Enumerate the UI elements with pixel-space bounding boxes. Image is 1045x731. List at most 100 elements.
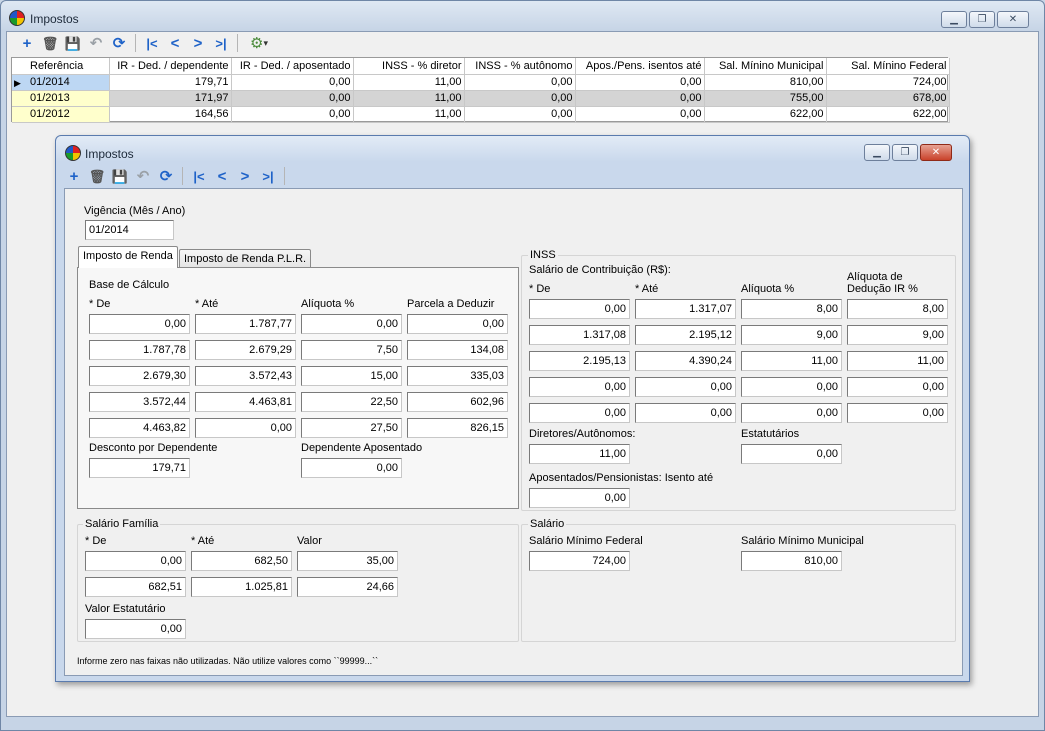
table-cell[interactable]: 724,00 xyxy=(826,74,950,91)
detail-undo-button[interactable]: ↶ xyxy=(133,166,153,186)
ir-aliquota-input[interactable]: 7,50 xyxy=(301,340,402,360)
col-sal-federal[interactable]: Sal. Mínino Federal xyxy=(826,58,950,75)
refresh-button[interactable]: ⟳ xyxy=(109,33,129,53)
table-cell[interactable]: 0,00 xyxy=(575,74,705,91)
inss-faixa-de-input[interactable]: 0,00 xyxy=(529,403,630,423)
detail-delete-button[interactable]: 🗑 xyxy=(87,166,107,186)
tools-menu-button[interactable]: ⚙ ▾ xyxy=(244,33,274,53)
vigencia-input[interactable]: 01/2014 xyxy=(85,220,174,240)
familia-faixa-de-input[interactable]: 682,51 xyxy=(85,577,186,597)
table-cell[interactable]: 678,00 xyxy=(826,90,950,107)
next-record-button[interactable]: > xyxy=(188,33,208,53)
table-cell[interactable]: 179,71 xyxy=(109,74,232,91)
ir-aliquota-input[interactable]: 15,00 xyxy=(301,366,402,386)
detail-save-button[interactable]: 💾 xyxy=(110,166,130,186)
table-cell[interactable]: 755,00 xyxy=(704,90,827,107)
salario-federal-input[interactable]: 724,00 xyxy=(529,551,630,571)
ir-aliquota-input[interactable]: 0,00 xyxy=(301,314,402,334)
cell-referencia[interactable]: ▶ 01/2014 xyxy=(12,74,110,91)
maximize-button[interactable]: ❐ xyxy=(969,11,995,28)
table-cell[interactable]: 0,00 xyxy=(575,90,705,107)
familia-valor-input[interactable]: 24,66 xyxy=(297,577,398,597)
cell-referencia[interactable]: 01/2012 xyxy=(12,106,110,123)
cell-referencia[interactable]: 01/2013 xyxy=(12,90,110,107)
familia-faixa-de-input[interactable]: 0,00 xyxy=(85,551,186,571)
table-row[interactable]: ▶ 01/2014 179,71 0,00 11,00 0,00 0,00 810… xyxy=(12,74,950,91)
familia-faixa-ate-input[interactable]: 682,50 xyxy=(191,551,292,571)
inss-faixa-ate-input[interactable]: 0,00 xyxy=(635,377,736,397)
ir-faixa-de-input[interactable]: 1.787,78 xyxy=(89,340,190,360)
inss-deducao-ir-input[interactable]: 0,00 xyxy=(847,403,948,423)
table-cell[interactable]: 11,00 xyxy=(353,106,465,123)
inss-aliquota-input[interactable]: 9,00 xyxy=(741,325,842,345)
col-ir-dependente[interactable]: IR - Ded. / dependente xyxy=(109,58,232,75)
minimize-button[interactable]: ▁ xyxy=(941,11,967,28)
ir-faixa-de-input[interactable]: 3.572,44 xyxy=(89,392,190,412)
detail-refresh-button[interactable]: ⟳ xyxy=(156,166,176,186)
ir-parcela-input[interactable]: 602,96 xyxy=(407,392,508,412)
detail-last-button[interactable]: >| xyxy=(258,166,278,186)
table-cell[interactable]: 622,00 xyxy=(704,106,827,123)
table-cell[interactable]: 0,00 xyxy=(464,74,576,91)
undo-button[interactable]: ↶ xyxy=(86,33,106,53)
records-grid[interactable]: Referência IR - Ded. / dependente IR - D… xyxy=(11,57,950,123)
inss-deducao-ir-input[interactable]: 11,00 xyxy=(847,351,948,371)
ir-faixa-ate-input[interactable]: 3.572,43 xyxy=(195,366,296,386)
col-inss-diretor[interactable]: INSS - % diretor xyxy=(353,58,465,75)
ir-faixa-ate-input[interactable]: 2.679,29 xyxy=(195,340,296,360)
aposentados-isento-input[interactable]: 0,00 xyxy=(529,488,630,508)
ir-faixa-ate-input[interactable]: 4.463,81 xyxy=(195,392,296,412)
diretores-autonomos-input[interactable]: 11,00 xyxy=(529,444,630,464)
inss-deducao-ir-input[interactable]: 0,00 xyxy=(847,377,948,397)
table-cell[interactable]: 0,00 xyxy=(231,90,354,107)
inss-aliquota-input[interactable]: 0,00 xyxy=(741,403,842,423)
inss-aliquota-input[interactable]: 0,00 xyxy=(741,377,842,397)
detail-add-button[interactable]: + xyxy=(64,166,84,186)
save-button[interactable]: 💾 xyxy=(63,33,83,53)
table-cell[interactable]: 171,97 xyxy=(109,90,232,107)
inss-aliquota-input[interactable]: 8,00 xyxy=(741,299,842,319)
familia-valor-input[interactable]: 35,00 xyxy=(297,551,398,571)
inss-deducao-ir-input[interactable]: 9,00 xyxy=(847,325,948,345)
detail-first-button[interactable]: |< xyxy=(189,166,209,186)
table-cell[interactable]: 11,00 xyxy=(353,90,465,107)
detail-close-button[interactable]: ✕ xyxy=(920,144,952,161)
ir-faixa-de-input[interactable]: 0,00 xyxy=(89,314,190,334)
table-cell[interactable]: 0,00 xyxy=(464,90,576,107)
tab-imposto-de-renda[interactable]: Imposto de Renda xyxy=(78,246,178,268)
detail-next-button[interactable]: > xyxy=(235,166,255,186)
col-sal-municipal[interactable]: Sal. Mínino Municipal xyxy=(704,58,827,75)
salario-municipal-input[interactable]: 810,00 xyxy=(741,551,842,571)
detail-prev-button[interactable]: < xyxy=(212,166,232,186)
inss-faixa-ate-input[interactable]: 2.195,12 xyxy=(635,325,736,345)
detail-minimize-button[interactable]: ▁ xyxy=(864,144,890,161)
col-referencia[interactable]: Referência xyxy=(12,58,110,75)
table-row[interactable]: 01/2012 164,56 0,00 11,00 0,00 0,00 622,… xyxy=(12,106,950,123)
last-record-button[interactable]: >| xyxy=(211,33,231,53)
table-cell[interactable]: 810,00 xyxy=(704,74,827,91)
dependente-aposentado-input[interactable]: 0,00 xyxy=(301,458,402,478)
inss-faixa-ate-input[interactable]: 1.317,07 xyxy=(635,299,736,319)
inss-faixa-ate-input[interactable]: 0,00 xyxy=(635,403,736,423)
table-cell[interactable]: 0,00 xyxy=(464,106,576,123)
ir-parcela-input[interactable]: 134,08 xyxy=(407,340,508,360)
delete-button[interactable]: 🗑 xyxy=(40,33,60,53)
ir-parcela-input[interactable]: 0,00 xyxy=(407,314,508,334)
table-cell[interactable]: 11,00 xyxy=(353,74,465,91)
ir-faixa-de-input[interactable]: 2.679,30 xyxy=(89,366,190,386)
table-cell[interactable]: 622,00 xyxy=(826,106,950,123)
first-record-button[interactable]: |< xyxy=(142,33,162,53)
inss-aliquota-input[interactable]: 11,00 xyxy=(741,351,842,371)
ir-aliquota-input[interactable]: 27,50 xyxy=(301,418,402,438)
ir-faixa-ate-input[interactable]: 1.787,77 xyxy=(195,314,296,334)
table-cell[interactable]: 0,00 xyxy=(231,106,354,123)
ir-aliquota-input[interactable]: 22,50 xyxy=(301,392,402,412)
desconto-dependente-input[interactable]: 179,71 xyxy=(89,458,190,478)
inss-faixa-de-input[interactable]: 1.317,08 xyxy=(529,325,630,345)
ir-parcela-input[interactable]: 335,03 xyxy=(407,366,508,386)
detail-maximize-button[interactable]: ❐ xyxy=(892,144,918,161)
tab-imposto-de-renda-plr[interactable]: Imposto de Renda P.L.R. xyxy=(179,249,312,267)
table-cell[interactable]: 0,00 xyxy=(231,74,354,91)
inss-faixa-de-input[interactable]: 0,00 xyxy=(529,377,630,397)
col-inss-autonomo[interactable]: INSS - % autônomo xyxy=(464,58,576,75)
